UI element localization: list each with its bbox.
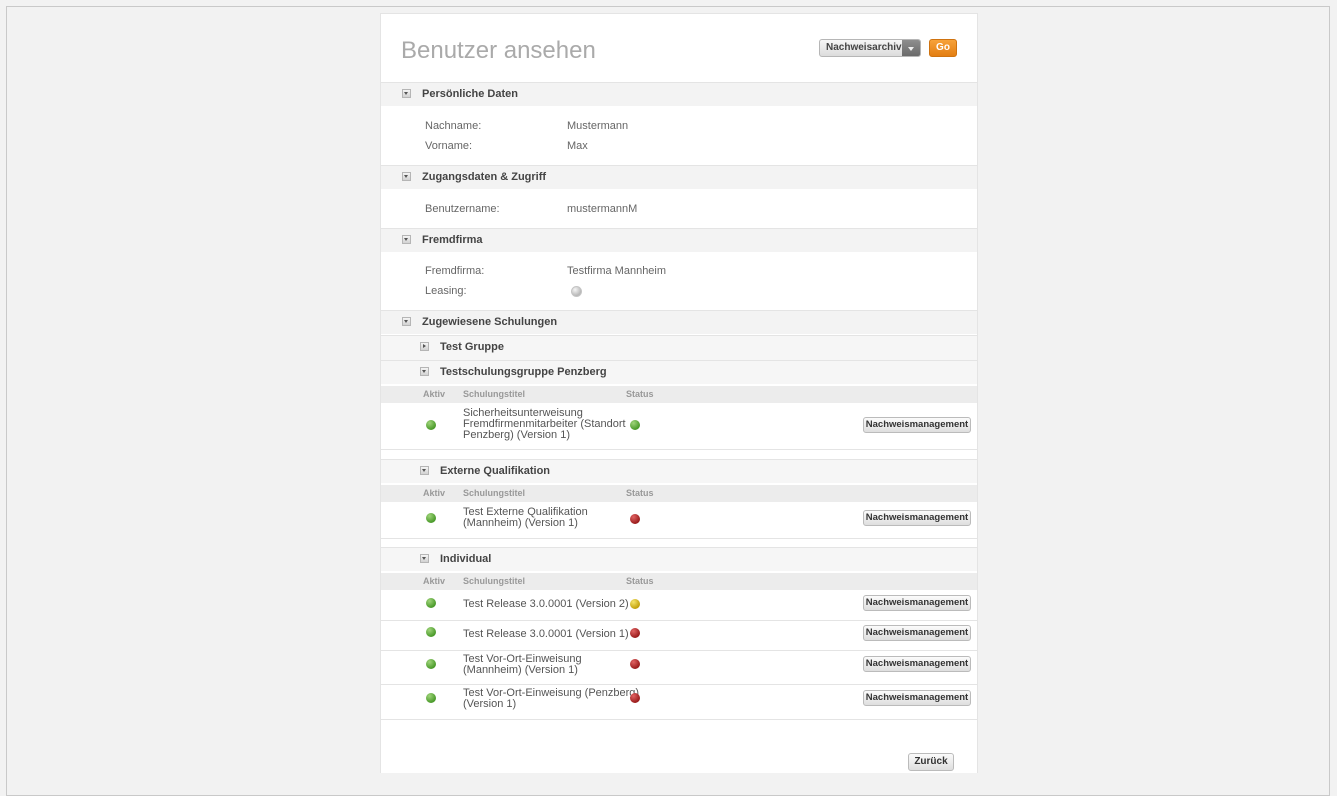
collapse-icon[interactable] [402, 89, 411, 98]
active-indicator [426, 693, 436, 703]
section-access-data[interactable]: Zugangsdaten & Zugriff [381, 165, 977, 189]
nachweismanagement-button[interactable]: Nachweismanagement [863, 656, 971, 672]
lastname-value: Mustermann [567, 120, 629, 132]
status-indicator [630, 420, 640, 430]
status-indicator [630, 514, 640, 524]
training-title: Test Vor-Ort-Einweisung (Mannheim) (Vers… [463, 653, 582, 676]
leasing-indicator [571, 286, 582, 297]
section-personal-data[interactable]: Persönliche Daten [381, 82, 977, 106]
divider [381, 538, 977, 539]
expand-icon[interactable] [420, 342, 429, 351]
collapse-icon[interactable] [420, 466, 429, 475]
column-title: Schulungstitel [463, 576, 526, 586]
group-penzberg[interactable]: Testschulungsgruppe Penzberg [381, 360, 977, 384]
go-button[interactable]: Go [929, 39, 957, 57]
firstname-value: Max [567, 140, 588, 152]
active-indicator [426, 420, 436, 430]
archive-select[interactable]: Nachweisarchiv [819, 39, 921, 57]
section-title: Zugewiesene Schulungen [422, 316, 558, 328]
page-title: Benutzer ansehen [401, 37, 596, 64]
group-test-gruppe[interactable]: Test Gruppe [381, 336, 977, 360]
collapse-icon[interactable] [420, 554, 429, 563]
training-title: Sicherheitsunterweisung Fremdfirmenmitar… [463, 407, 626, 441]
archive-select-value: Nachweisarchiv [826, 42, 902, 53]
collapse-icon[interactable] [420, 367, 429, 376]
group-title: Individual [440, 553, 492, 565]
active-indicator [426, 513, 436, 523]
divider [381, 684, 977, 685]
company-label: Fremdfirma: [425, 265, 485, 277]
status-indicator [630, 599, 640, 609]
table-header: Aktiv Schulungstitel Status [381, 573, 977, 590]
username-label: Benutzername: [425, 203, 500, 215]
column-status: Status [626, 576, 654, 586]
divider [381, 719, 977, 720]
column-active: Aktiv [423, 576, 446, 586]
nachweismanagement-button[interactable]: Nachweismanagement [863, 625, 971, 641]
table-header: Aktiv Schulungstitel Status [381, 485, 977, 502]
collapse-icon[interactable] [402, 317, 411, 326]
group-title: Testschulungsgruppe Penzberg [440, 366, 607, 378]
section-external-company[interactable]: Fremdfirma [381, 228, 977, 252]
column-active: Aktiv [423, 389, 446, 399]
firstname-label: Vorname: [425, 140, 473, 152]
section-title: Persönliche Daten [422, 88, 518, 100]
status-indicator [630, 659, 640, 669]
group-title: Test Gruppe [440, 341, 504, 353]
collapse-icon[interactable] [402, 172, 411, 181]
group-external-qualification[interactable]: Externe Qualifikation [381, 459, 977, 483]
divider [381, 449, 977, 450]
nachweismanagement-button[interactable]: Nachweismanagement [863, 417, 971, 433]
leasing-label: Leasing: [425, 285, 467, 297]
column-status: Status [626, 389, 654, 399]
group-title: Externe Qualifikation [440, 465, 551, 477]
table-header: Aktiv Schulungstitel Status [381, 386, 977, 403]
collapse-icon[interactable] [402, 235, 411, 244]
section-assigned-trainings[interactable]: Zugewiesene Schulungen [381, 310, 977, 334]
column-active: Aktiv [423, 488, 446, 498]
status-indicator [630, 628, 640, 638]
active-indicator [426, 598, 436, 608]
section-title: Zugangsdaten & Zugriff [422, 171, 547, 183]
active-indicator [426, 659, 436, 669]
group-individual[interactable]: Individual [381, 547, 977, 571]
company-value: Testfirma Mannheim [567, 265, 667, 277]
section-title: Fremdfirma [422, 234, 483, 246]
status-indicator [630, 693, 640, 703]
training-title: Test Release 3.0.0001 (Version 1) [463, 628, 629, 640]
training-title: Test Vor-Ort-Einweisung (Penzberg) (Vers… [463, 687, 640, 710]
lastname-label: Nachname: [425, 120, 482, 132]
back-button[interactable]: Zurück [908, 753, 954, 771]
training-title: Test Externe Qualifikation (Mannheim) (V… [463, 506, 588, 529]
page-header: Benutzer ansehen Nachweisarchiv Go [381, 14, 977, 83]
active-indicator [426, 627, 436, 637]
training-title: Test Release 3.0.0001 (Version 2) [463, 598, 629, 610]
nachweismanagement-button[interactable]: Nachweismanagement [863, 510, 971, 526]
column-status: Status [626, 488, 654, 498]
nachweismanagement-button[interactable]: Nachweismanagement [863, 690, 971, 706]
chevron-down-icon [902, 40, 920, 56]
column-title: Schulungstitel [463, 488, 526, 498]
column-title: Schulungstitel [463, 389, 526, 399]
divider [381, 620, 977, 621]
nachweismanagement-button[interactable]: Nachweismanagement [863, 595, 971, 611]
user-view-panel: Benutzer ansehen Nachweisarchiv Go Persö… [380, 13, 978, 773]
divider [381, 650, 977, 651]
username-value: mustermannM [567, 203, 638, 215]
